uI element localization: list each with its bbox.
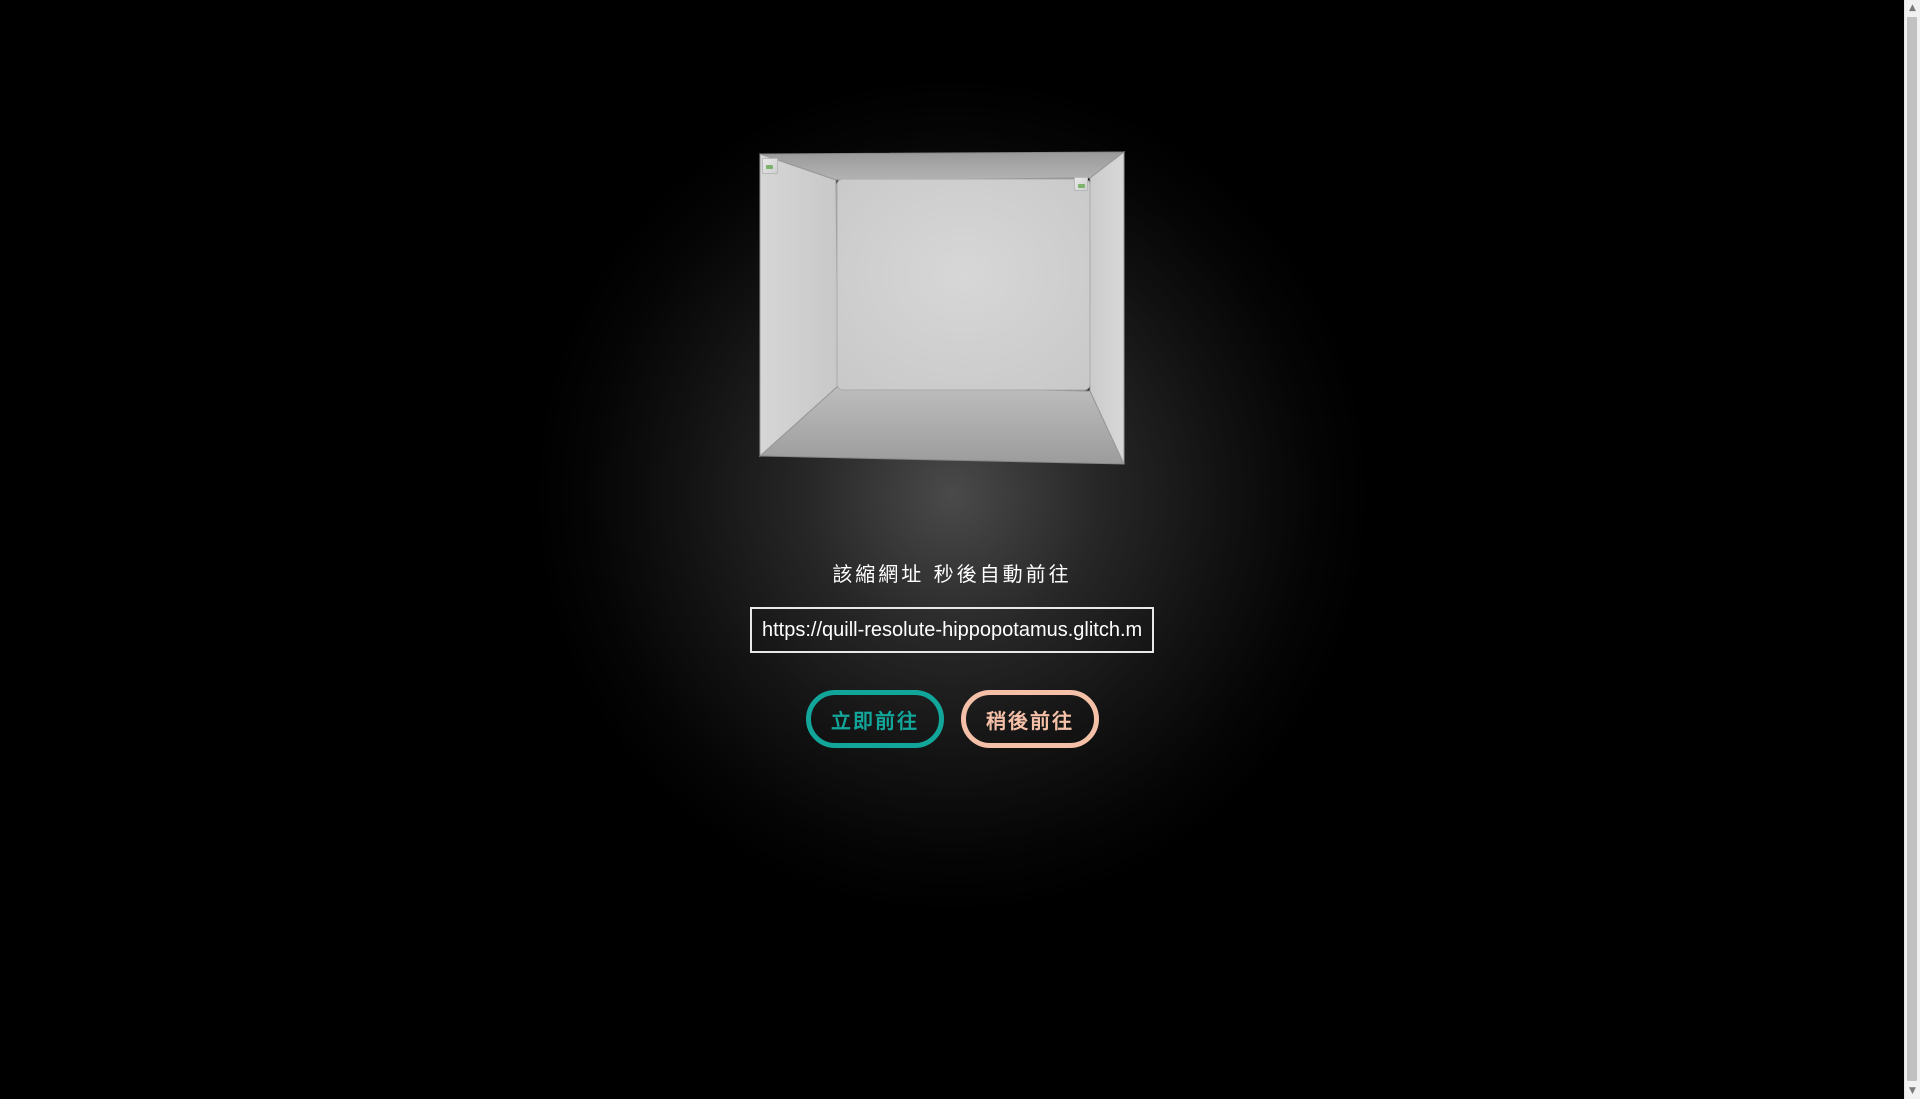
go-now-button[interactable]: 立即前往 xyxy=(806,690,944,748)
go-later-button[interactable]: 稍後前往 xyxy=(961,690,1099,748)
broken-image-icon xyxy=(1074,177,1088,191)
redirect-message: 該縮網址 秒後自動前往 xyxy=(832,562,1072,586)
broken-image-icon xyxy=(762,158,778,174)
scroll-up-icon[interactable]: ▲ xyxy=(1905,0,1920,16)
cube-room-graphic xyxy=(758,150,1126,465)
short-url-field[interactable] xyxy=(750,607,1154,653)
scroll-down-icon[interactable]: ▼ xyxy=(1905,1083,1920,1099)
cube-face-back xyxy=(836,178,1091,391)
scrollbar-thumb[interactable] xyxy=(1907,17,1917,1081)
cube-animation xyxy=(756,150,1128,466)
page-background: 該縮網址 秒後自動前往 立即前往 稍後前往 xyxy=(0,0,1904,1099)
vertical-scrollbar[interactable]: ▲ ▼ xyxy=(1904,0,1920,1099)
